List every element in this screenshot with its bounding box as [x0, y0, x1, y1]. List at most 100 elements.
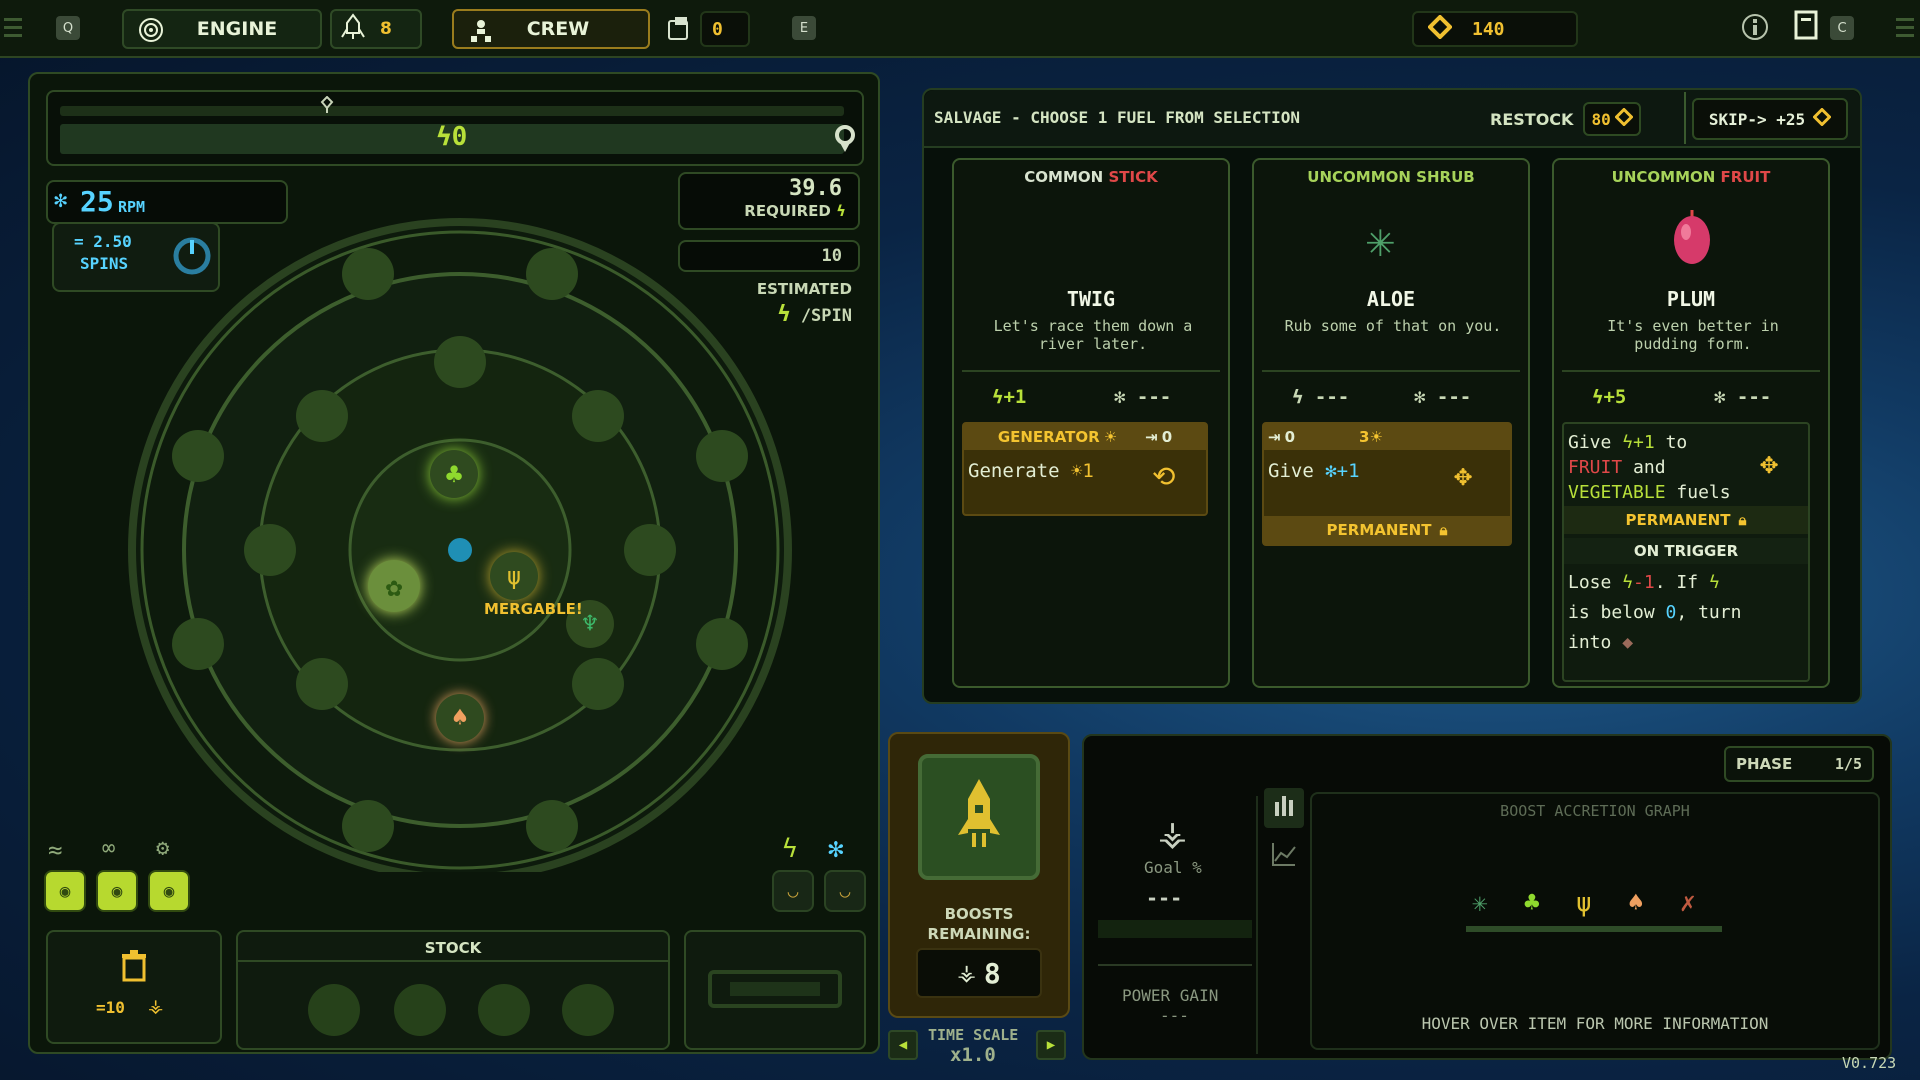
- ability-text: Give ✻+1: [1268, 460, 1360, 482]
- stock-slot[interactable]: [394, 984, 446, 1036]
- card-rarity: UNCOMMON FRUIT: [1554, 168, 1828, 186]
- line-chart-view-button[interactable]: [1264, 836, 1304, 876]
- boost-rocket-button[interactable]: [918, 754, 1040, 880]
- ability-header: ⇥ 0 3 ☀: [1264, 424, 1510, 450]
- chest-icon[interactable]: [666, 16, 692, 46]
- sun-icon: ☀: [1070, 460, 1083, 482]
- sapling-icon: ✳: [1472, 888, 1488, 918]
- lightning-icon: ϟ: [1622, 432, 1634, 453]
- hotkey-q: Q: [56, 16, 80, 40]
- toggle-view-3[interactable]: ◉: [148, 870, 190, 912]
- plum-icon: [1672, 206, 1712, 270]
- per-spin-label: /SPIN: [800, 306, 852, 326]
- toggle-spin-view[interactable]: ◡: [824, 870, 866, 912]
- version-label: V0.723: [1842, 1054, 1897, 1072]
- engine-tab[interactable]: ENGINE: [122, 9, 322, 49]
- crew-icon: [468, 19, 494, 48]
- rocket-icon: ⚶: [148, 996, 164, 1017]
- stock-slot[interactable]: [478, 984, 530, 1036]
- trigger-text: Lose ϟ-1. If ϟ is below 0, turn into ◆: [1568, 572, 1742, 653]
- fuel-name: ALOE: [1366, 287, 1416, 311]
- hamburger-menu-icon[interactable]: [4, 12, 24, 42]
- fan-icon: ✻: [1714, 386, 1726, 408]
- trash-bin[interactable]: =10 ⚶: [46, 930, 222, 1044]
- lightning-icon: ϟ: [1592, 386, 1604, 408]
- codex-icon[interactable]: [1794, 10, 1820, 46]
- fan-icon: ✻: [1325, 460, 1337, 482]
- sun-icon: ☀: [1103, 428, 1118, 446]
- shop-header: SALVAGE - CHOOSE 1 FUEL FROM SELECTION R…: [924, 90, 1860, 148]
- time-scale-label: TIME SCALE: [928, 1026, 1019, 1044]
- aloe-icon: ✳: [1366, 212, 1395, 268]
- boost-counter[interactable]: 8: [330, 9, 422, 49]
- mergable-label: MERGABLE!: [484, 600, 583, 618]
- stock-slot[interactable]: [562, 984, 614, 1036]
- power-stat: ϟ ---: [1292, 386, 1350, 408]
- rot-icon: ◆: [1622, 632, 1634, 653]
- rpm-value: 25: [80, 185, 114, 218]
- side-menu-icon[interactable]: [1896, 14, 1916, 48]
- fuel-card-twig[interactable]: COMMON STICK TWIG Let's race them down a…: [952, 158, 1230, 688]
- rarity-label: UNCOMMON: [1611, 168, 1716, 186]
- crew-tab[interactable]: CREW: [452, 9, 650, 49]
- fuel-name: PLUM: [1666, 287, 1716, 311]
- ability-trigger-count: 0: [1284, 428, 1296, 446]
- map-pin-icon[interactable]: [832, 124, 858, 158]
- restock-cost: 80: [1591, 109, 1611, 129]
- spin-stat: ✻ ---: [1414, 386, 1472, 408]
- eye-icon: ◉: [111, 880, 123, 902]
- bar-chart-icon: [1272, 794, 1296, 822]
- skip-label: SKIP-> +25: [1708, 109, 1806, 129]
- toggle-view-1[interactable]: ◉: [44, 870, 86, 912]
- fuel-card-aloe[interactable]: UNCOMMON SHRUB ✳ ALOE Rub some of that o…: [1252, 158, 1530, 688]
- fuel-name: TWIG: [1066, 287, 1116, 311]
- bar-chart-view-button[interactable]: [1264, 788, 1304, 828]
- diamond-icon: [1427, 13, 1453, 44]
- info-icon[interactable]: [1740, 12, 1770, 46]
- rarity-label: COMMON: [1024, 168, 1104, 186]
- diamond-icon: [1812, 107, 1832, 130]
- card-rarity: UNCOMMON SHRUB: [1254, 168, 1528, 186]
- rocket-icon: [952, 775, 1006, 859]
- eye-icon: ◉: [59, 880, 71, 902]
- power-gain-value: ---: [1160, 1006, 1189, 1025]
- fuel-slot-bush[interactable]: ✿: [368, 560, 420, 612]
- time-scale-decrease[interactable]: ◀: [888, 1030, 918, 1060]
- boost-panel: BOOSTS REMAINING: ⚶ 8: [888, 732, 1070, 1018]
- lock-icon: 🔒︎: [1738, 511, 1747, 529]
- target-icon: [138, 17, 164, 48]
- eye-icon: ◉: [163, 880, 175, 902]
- gear-filter-icon: ⚙: [156, 836, 170, 861]
- fuel-slot-sapling[interactable]: ♣: [430, 450, 478, 498]
- toggle-view-2[interactable]: ◉: [96, 870, 138, 912]
- line-chart-icon: [1271, 841, 1297, 871]
- toggle-power-view[interactable]: ◡: [772, 870, 814, 912]
- power-gain-label: POWER GAIN: [1122, 986, 1219, 1005]
- time-scale-increase[interactable]: ▶: [1036, 1030, 1066, 1060]
- stock-slot[interactable]: [308, 984, 360, 1036]
- crew-count: 0: [712, 18, 723, 40]
- skip-button[interactable]: SKIP-> +25: [1692, 98, 1848, 140]
- fuel-card-plum[interactable]: UNCOMMON FRUIT PLUM It's even better in …: [1552, 158, 1830, 688]
- fan-icon: ✻: [1114, 386, 1126, 408]
- trigger-arrow-icon: ⇥: [1145, 428, 1158, 446]
- storage-crate[interactable]: [684, 930, 866, 1050]
- permanent-tag: PERMANENT 🔒︎: [1564, 506, 1808, 534]
- bush-icon: ✿: [385, 569, 403, 603]
- boost-accretion-graph: BOOST ACCRETION GRAPH ✳ ♣ ψ ♠ ✗ HOVER OV…: [1310, 792, 1880, 1050]
- lightning-icon: ϟ: [1292, 386, 1304, 408]
- fuel-slot-grass[interactable]: ψ: [490, 552, 538, 600]
- fuel-slot-mushroom[interactable]: ♠: [436, 694, 484, 742]
- crew-counter: 0: [700, 11, 750, 47]
- hover-hint: HOVER OVER ITEM FOR MORE INFORMATION: [1421, 1014, 1769, 1033]
- type-label: FRUIT: [1720, 168, 1771, 186]
- boost-count: 8: [380, 19, 392, 39]
- goal-rocket-icon: ⚶: [1158, 814, 1187, 854]
- trigger-arrow-icon: ⇥: [1268, 428, 1281, 446]
- phase-indicator: PHASE 1/5: [1724, 746, 1874, 782]
- restock-button[interactable]: RESTOCK 80: [1490, 98, 1642, 140]
- estimated-value: 10: [821, 246, 842, 266]
- chain-filter-icon: ∞: [102, 836, 116, 861]
- currency-value: 140: [1472, 18, 1505, 40]
- fan-icon: ✻: [1414, 386, 1426, 408]
